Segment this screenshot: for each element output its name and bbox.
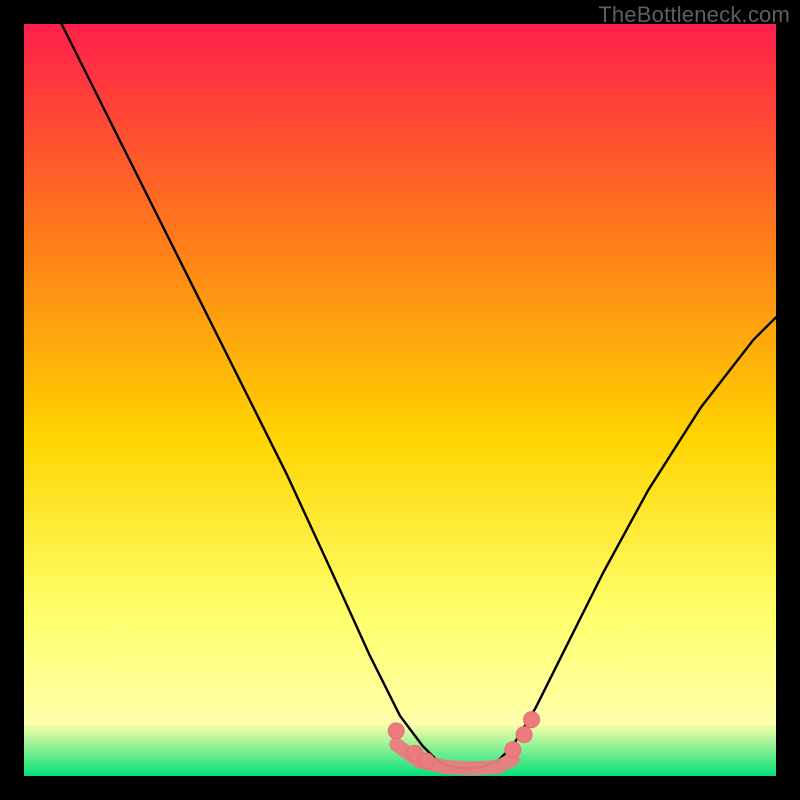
curve-marker bbox=[418, 753, 434, 769]
curve-marker bbox=[505, 742, 521, 758]
outer-frame: TheBottleneck.com bbox=[0, 0, 800, 800]
gradient-background bbox=[24, 24, 776, 776]
curve-marker bbox=[524, 712, 540, 728]
curve-marker bbox=[516, 727, 532, 743]
plot-area bbox=[24, 24, 776, 776]
watermark-text: TheBottleneck.com bbox=[598, 2, 790, 28]
chart-svg bbox=[24, 24, 776, 776]
curve-marker bbox=[388, 723, 404, 739]
